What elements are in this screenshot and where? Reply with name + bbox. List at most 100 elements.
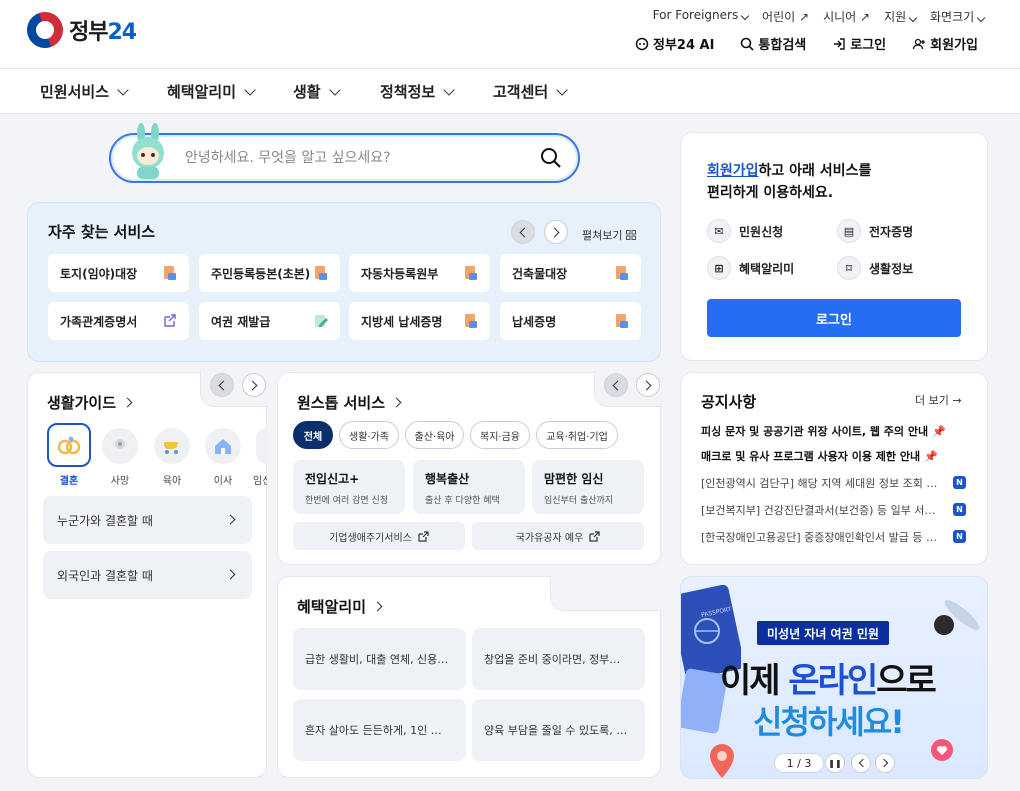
benefit-item[interactable]: 급한 생활비, 대출 연체, 신용… xyxy=(293,628,466,690)
gnb-benefit[interactable]: 혜택알리미 xyxy=(167,81,256,102)
onestop-box-title: 전입신고+ xyxy=(305,472,360,486)
benefit-item[interactable]: 창업을 준비 중이라면, 정부… xyxy=(472,628,645,690)
onestop-box-title: 맘편한 임신 xyxy=(544,472,604,486)
filter-pill-welfare[interactable]: 복지·금융 xyxy=(470,421,530,449)
notice-pinned-label: 매크로 및 유사 프로그램 사용자 이용 제한 안내 xyxy=(701,450,921,463)
expand-view-label: 펼쳐보기 xyxy=(582,229,623,242)
banner-headline-2: 신청하세요! xyxy=(753,703,905,741)
notice-more-link[interactable]: 더 보기 → xyxy=(915,392,962,408)
life-next-button[interactable] xyxy=(242,373,266,397)
notice-item[interactable]: [보건복지부] 건강진단결과서(보건증) 등 일부 서… xyxy=(701,502,945,518)
freq-next-button[interactable] xyxy=(544,220,568,244)
util-screen-size[interactable]: 화면크기 xyxy=(930,8,986,25)
svc-benefit-alert[interactable]: ⊞ 혜택알리미 xyxy=(707,256,794,280)
filter-pill-birth[interactable]: 출산·육아 xyxy=(405,421,464,449)
new-badge: N xyxy=(953,476,966,489)
gov24-logo[interactable]: 정부24 xyxy=(21,6,137,54)
integrated-search-label: 통합검색 xyxy=(758,38,807,53)
banner-next-button[interactable] xyxy=(875,753,895,773)
util-senior[interactable]: 시니어 ↗ xyxy=(823,8,870,25)
notice-item[interactable]: [인천광역시 검단구] 해당 지역 세대원 정보 조회 … xyxy=(701,475,945,491)
util-kids[interactable]: 어린이 ↗ xyxy=(762,8,809,25)
freq-item-vehicle-register[interactable]: 자동차등록원부 xyxy=(349,254,490,292)
benefit-item[interactable]: 혼자 살아도 든든하게, 1인 … xyxy=(293,699,466,761)
filter-pill-family[interactable]: 생활·가족 xyxy=(339,421,399,449)
onestop-next-button[interactable] xyxy=(636,373,660,397)
login-link[interactable]: 로그인 xyxy=(832,34,886,53)
gnb-customer-center[interactable]: 고객센터 xyxy=(493,81,568,102)
notice-pinned-item[interactable]: 피싱 문자 및 공공기관 위장 사이트, 웹 주의 안내 📌 xyxy=(701,423,971,439)
filter-pill-education[interactable]: 교육·취업·기업 xyxy=(536,421,618,449)
filter-pill-all[interactable]: 전체 xyxy=(293,421,333,449)
global-nav: 민원서비스 혜택알리미 생활 정책정보 고객센터 xyxy=(0,68,1020,114)
freq-item-local-tax-cert[interactable]: 지방세 납세증명 xyxy=(349,302,490,340)
link-business-lifecycle[interactable]: 기업생애주기서비스 xyxy=(293,522,465,550)
banner-prev-button[interactable] xyxy=(851,753,871,773)
life-chip-marriage[interactable] xyxy=(47,423,91,467)
freq-item-building-register[interactable]: 건축물대장 xyxy=(500,254,641,292)
util-support[interactable]: 지원 xyxy=(884,8,918,25)
gnb-policy-label: 정책정보 xyxy=(380,83,436,101)
login-button[interactable]: 로그인 xyxy=(707,299,961,337)
gnb-life[interactable]: 생활 xyxy=(293,81,341,102)
life-chip-death[interactable] xyxy=(102,428,138,464)
location-pin-icon xyxy=(710,744,734,778)
life-prev-button[interactable] xyxy=(210,373,234,397)
document-issue-icon xyxy=(465,314,477,328)
freq-item-land-register[interactable]: 토지(임야)대장 xyxy=(48,254,189,292)
benefit-title[interactable]: 혜택알리미 xyxy=(297,596,384,617)
util-foreigners[interactable]: For Foreigners xyxy=(653,8,750,25)
logo-number: 24 xyxy=(107,20,137,45)
notice-pinned-item[interactable]: 매크로 및 유사 프로그램 사용자 이용 제한 안내 📌 xyxy=(701,448,971,464)
onestop-box-happy-birth[interactable]: 행복출산 출산 후 다양한 혜택 xyxy=(413,460,525,514)
banner-headline-1: 이제 온라인으로 xyxy=(720,653,937,702)
gnb-civil-service[interactable]: 민원서비스 xyxy=(40,81,129,102)
life-row-label: 누군가와 결혼할 때 xyxy=(57,513,153,528)
integrated-search-link[interactable]: 통합검색 xyxy=(740,34,806,53)
search-input[interactable] xyxy=(185,147,515,169)
freq-item-family-relation[interactable]: 가족관계증명서 xyxy=(48,302,189,340)
notice-item[interactable]: [한국장애인고용공단] 중증장애인확인서 발급 등 … xyxy=(701,529,945,545)
header: 정부24 For Foreigners 어린이 ↗ 시니어 ↗ 지원 화면크기 … xyxy=(0,0,1020,68)
onestop-box-move-in[interactable]: 전입신고+ 한번에 여러 감면 신청 xyxy=(293,460,405,514)
signup-link[interactable]: 회원가입 xyxy=(912,34,978,53)
svc-e-cert[interactable]: ▤ 전자증명 xyxy=(837,219,913,243)
freq-item-tax-cert[interactable]: 납세증명 xyxy=(500,302,641,340)
svc-civil-apply[interactable]: ✉ 민원신청 xyxy=(707,219,783,243)
pin-icon: 📌 xyxy=(931,425,946,438)
signup-inline-link[interactable]: 회원가입 xyxy=(707,163,759,179)
onestop-title[interactable]: 원스톱 서비스 xyxy=(297,392,403,413)
chevron-down-icon xyxy=(244,83,256,96)
gov24-ai-link[interactable]: 정부24 AI xyxy=(635,34,714,53)
onestop-link-label: 기업생애주기서비스 xyxy=(329,532,412,544)
svc-life-info[interactable]: ⌑ 생활정보 xyxy=(837,256,913,280)
benefit-item[interactable]: 양육 부담을 줄일 수 있도록, … xyxy=(472,699,645,761)
life-chip-moving[interactable] xyxy=(205,428,241,464)
banner-headline-part: 이제 xyxy=(720,661,789,701)
banner-pause-button[interactable]: ❚❚ xyxy=(825,753,845,773)
freq-item-passport-reissue[interactable]: 여권 재발급 xyxy=(199,302,340,340)
login-label: 로그인 xyxy=(850,38,887,53)
life-guide-title[interactable]: 생활가이드 xyxy=(47,392,134,413)
life-row-foreign-marriage[interactable]: 외국인과 결혼할 때 xyxy=(43,551,252,599)
freq-prev-button[interactable] xyxy=(511,220,535,244)
document-issue-icon xyxy=(465,266,477,280)
search-icon[interactable] xyxy=(540,147,562,169)
signup-label: 회원가입 xyxy=(930,38,978,53)
chevron-right-icon xyxy=(122,397,133,408)
util-screen-size-label: 화면크기 xyxy=(930,10,975,24)
life-row-marriage[interactable]: 누군가와 결혼할 때 xyxy=(43,496,252,544)
onestop-prev-button[interactable] xyxy=(604,373,628,397)
onestop-box-pregnancy[interactable]: 맘편한 임신 임신부터 출산까지 xyxy=(532,460,644,514)
promo-banner[interactable]: PASSPORT 미성년 자녀 여권 민원 이제 온라인으로 신청하세요! 1 … xyxy=(680,576,988,779)
link-veterans-honor[interactable]: 국가유공자 예우 xyxy=(472,522,644,550)
benefit-title-label: 혜택알리미 xyxy=(297,598,367,616)
util-support-label: 지원 xyxy=(884,10,907,24)
freq-item-resident-register[interactable]: 주민등록등본(초본) xyxy=(199,254,340,292)
life-chip-parenting[interactable] xyxy=(154,428,190,464)
gnb-policy[interactable]: 정책정보 xyxy=(380,81,455,102)
house-icon xyxy=(215,439,231,454)
chevron-right-icon xyxy=(549,227,560,237)
expand-view-button[interactable]: 펼쳐보기 xyxy=(582,227,637,243)
life-chip-pregnancy[interactable] xyxy=(256,428,267,464)
